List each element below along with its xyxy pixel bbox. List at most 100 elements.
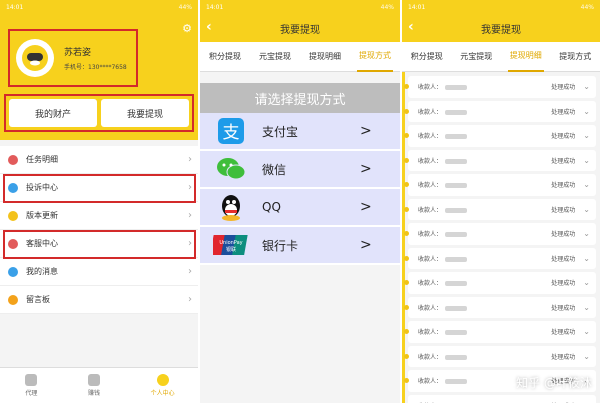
top-bar: ‹ 我要提现 [200,14,400,42]
record-row[interactable]: 收款人：处理成功⌄ [404,272,596,294]
payee-label: 收款人： [418,205,551,214]
record-row[interactable]: 收款人：处理成功⌄ [404,100,596,122]
blurred-name [445,85,468,91]
status-time: 14:01 [408,3,426,11]
tab-bar: 积分提现 元宝提现 提现明细 提现方式 [200,42,400,72]
status-text: 处理成功 [551,133,576,141]
blurred-name [445,305,468,311]
back-icon[interactable]: ‹ [408,19,414,35]
payee-label: 收款人： [418,254,551,263]
user-phone: 手机号：130****7658 [64,64,127,71]
record-row[interactable]: 收款人：处理成功⌄ [404,321,596,343]
record-row[interactable]: 收款人：处理成功⌄ [404,174,596,196]
chevron-down-icon[interactable]: ⌄ [583,107,590,116]
withdraw-method-item[interactable]: QQ > [200,189,400,227]
nav-item[interactable]: 赚钱 [87,374,100,397]
record-row[interactable]: 收款人：处理成功⌄ [404,223,596,245]
chevron-down-icon[interactable]: ⌄ [583,131,590,140]
tab[interactable]: 元宝提现 [458,42,494,72]
blurred-name [445,330,468,336]
blurred-name [445,109,468,115]
svg-text:银联: 银联 [226,246,236,253]
chevron-down-icon[interactable]: ⌄ [583,205,590,214]
chevron-down-icon[interactable]: ⌄ [583,278,590,287]
action-button-group: 我的财产 我要提现 [4,94,194,132]
chevron-down-icon[interactable]: ⌄ [583,156,590,165]
menu-item[interactable]: 我的消息 › [0,258,198,286]
chevron-down-icon[interactable]: ⌄ [583,180,590,189]
tab[interactable]: 积分提现 [207,42,243,72]
status-text: 处理成功 [551,108,576,116]
tab[interactable]: 提现明细 [307,42,343,72]
method-list: 支支付宝 > 微信 > QQ > UnionPay 银联 银行卡 > [200,113,400,265]
withdraw-method-item[interactable]: 支 支付宝 > [200,113,400,151]
nav-item[interactable]: 代理 [25,374,37,397]
menu-item-label: 任务明细 [26,155,58,164]
blurred-name [445,134,468,140]
method-label: QQ [262,200,281,214]
status-text: 处理成功 [551,255,576,263]
status-text: 处理成功 [551,280,576,288]
chevron-down-icon[interactable]: ⌄ [583,352,590,361]
gear-icon[interactable]: ⚙ [182,22,192,35]
highlight-service [3,230,196,259]
record-row[interactable]: 收款人：处理成功⌄ [404,125,596,147]
svg-text:支: 支 [223,123,240,143]
payee-label: 收款人： [418,180,551,189]
arrow-right-icon: > [360,237,372,253]
chevron-right-icon: › [188,294,192,305]
tab[interactable]: 提现方式 [357,42,393,72]
menu-item-label: 版本更新 [26,211,58,220]
board-icon [8,294,18,305]
tab[interactable]: 元宝提现 [257,42,293,72]
arrow-right-icon: > [360,199,372,215]
chevron-right-icon: › [188,210,192,221]
status-bar: 14:01 44% [0,0,198,14]
record-row[interactable]: 收款人：处理成功⌄ [404,296,596,318]
withdraw-method-item[interactable]: 微信 > [200,151,400,189]
my-assets-button[interactable]: 我的财产 [9,99,97,127]
back-icon[interactable]: ‹ [206,19,212,35]
tab[interactable]: 提现方式 [557,42,593,72]
status-text: 处理成功 [551,206,576,214]
nav-item-label: 个人中心 [150,390,175,397]
svg-text:UnionPay: UnionPay [219,240,242,246]
record-row[interactable]: 收款人：处理成功⌄ [404,149,596,171]
profile-icon [156,374,169,386]
menu-item[interactable]: 版本更新 › [0,202,198,230]
menu-item[interactable]: 留言板 › [0,286,198,314]
nav-item-label: 赚钱 [87,390,100,397]
chevron-down-icon[interactable]: ⌄ [583,254,590,263]
profile-card[interactable]: 苏若姿 手机号：130****7658 [8,29,138,87]
top-bar: ‹ 我要提现 [402,14,600,42]
status-text: 处理成功 [551,84,576,92]
tab[interactable]: 提现明细 [507,42,544,72]
user-name: 苏若姿 [64,48,92,58]
record-row[interactable]: 收款人：处理成功⌄ [404,76,596,98]
withdraw-method-item[interactable]: UnionPay 银联 银行卡 > [200,227,400,265]
blurred-name [445,207,468,213]
status-text: 处理成功 [551,329,576,337]
arrow-right-icon: > [360,123,372,139]
record-list: 收款人： 处理成功 ⌄ 收款人： 处理成功 ⌄ 收款人： 处理成功 ⌄ 收款人： 处理成功 ⌄ 收款人：… [402,72,600,403]
menu-item-label: 留言板 [26,295,50,304]
chevron-down-icon[interactable]: ⌄ [583,303,590,312]
page-title: 我要提现 [481,24,521,36]
chevron-down-icon[interactable]: ⌄ [583,82,590,91]
status-battery: 44% [178,3,192,11]
nav-item[interactable]: 个人中心 [151,374,175,397]
avatar[interactable] [16,39,54,77]
chevron-down-icon[interactable]: ⌄ [583,229,590,238]
record-row[interactable]: 收款人：处理成功⌄ [404,394,596,403]
tab[interactable]: 积分提现 [409,42,445,72]
withdraw-button[interactable]: 我要提现 [101,99,189,127]
record-row[interactable]: 收款人：处理成功⌄ [404,345,596,367]
personal-center-screen: 14:01 44% ⚙ 苏若姿 手机号：130****7658 我的财产 我要提… [0,0,200,403]
record-row[interactable]: 收款人：处理成功 ⌄ [404,247,596,269]
chevron-down-icon[interactable]: ⌄ [583,327,590,336]
payee-label: 收款人： [418,303,551,312]
menu-item[interactable]: 任务明细 › [0,146,198,174]
record-row[interactable]: 收款人：处理成功 ⌄ [404,198,596,220]
unionpay-icon: UnionPay 银联 [200,226,262,264]
blurred-name [445,256,468,262]
